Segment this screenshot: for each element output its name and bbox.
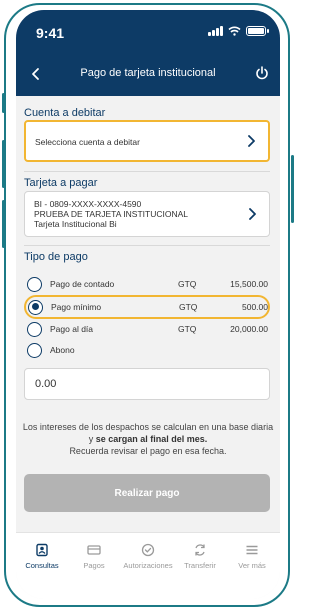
- debit-account-placeholder: Selecciona cuenta a debitar: [35, 137, 140, 147]
- option-currency: GTQ: [179, 301, 198, 312]
- check-circle-icon: [141, 543, 155, 557]
- card-to-pay-label: Tarjeta a pagar: [24, 177, 98, 189]
- payment-option-contado[interactable]: Pago de contado GTQ 15,500.00: [24, 274, 270, 296]
- tab-label: Transferir: [184, 561, 216, 570]
- card-product-name: Tarjeta Institucional Bi: [34, 219, 117, 229]
- abono-amount-input[interactable]: [24, 368, 270, 400]
- debit-account-label: Cuenta a debitar: [24, 107, 106, 119]
- user-card-icon: [36, 543, 48, 557]
- phone-volume-down-button: [2, 200, 5, 248]
- option-currency: GTQ: [178, 279, 197, 289]
- bottom-tab-bar: Consultas Pagos Autorizaciones Transferi…: [16, 532, 280, 599]
- card-to-pay-selector[interactable]: BI - 0809-XXXX-XXXX-4590 PRUEBA DE TARJE…: [24, 191, 270, 237]
- signal-icon: [208, 26, 223, 36]
- app-screen: 9:41 Pago de tarjeta institucional Cuent…: [16, 10, 280, 599]
- payment-option-minimo[interactable]: Pago mínimo GTQ 500.00: [24, 295, 270, 319]
- status-icons: [208, 26, 269, 36]
- chevron-right-icon: [248, 135, 255, 147]
- interest-info-text: Los intereses de los despachos se calcul…: [22, 421, 274, 457]
- menu-icon: [246, 545, 258, 555]
- option-label: Abono: [50, 345, 75, 355]
- radio-button[interactable]: [27, 322, 42, 337]
- option-amount: 15,500.00: [230, 279, 268, 289]
- tab-label: Consultas: [25, 561, 59, 570]
- phone-volume-up-button: [2, 140, 5, 188]
- chevron-right-icon: [249, 208, 256, 220]
- radio-button-selected[interactable]: [28, 299, 43, 315]
- status-time: 9:41: [36, 25, 65, 41]
- tab-autorizaciones[interactable]: Autorizaciones: [121, 543, 175, 570]
- payment-option-al-dia[interactable]: Pago al día GTQ 20,000.00: [24, 319, 270, 341]
- card-holder-name: PRUEBA DE TARJETA INSTITUCIONAL: [34, 209, 188, 219]
- wifi-icon: [228, 26, 241, 36]
- payment-type-label: Tipo de pago: [24, 251, 88, 263]
- option-label: Pago mínimo: [51, 301, 102, 312]
- radio-button[interactable]: [27, 277, 42, 292]
- debit-account-selector[interactable]: Selecciona cuenta a debitar: [24, 120, 270, 162]
- option-label: Pago al día: [50, 324, 94, 334]
- option-label: Pago de contado: [50, 279, 115, 289]
- tab-transferir[interactable]: Transferir: [174, 543, 226, 570]
- make-payment-button[interactable]: Realizar pago: [24, 474, 270, 512]
- battery-icon: [246, 26, 269, 36]
- transfer-icon: [195, 544, 205, 556]
- phone-side-button: [2, 93, 5, 113]
- option-amount: 500.00: [242, 301, 268, 312]
- app-header: 9:41 Pago de tarjeta institucional: [16, 10, 280, 96]
- option-amount: 20,000.00: [230, 324, 268, 334]
- phone-power-button: [291, 155, 294, 223]
- tab-ver-mas[interactable]: Ver más: [226, 543, 278, 570]
- logout-power-icon[interactable]: [254, 65, 270, 81]
- card-icon: [87, 545, 101, 555]
- info-text-part3: Recuerda revisar el pago en esa fecha.: [69, 446, 227, 456]
- divider: [24, 245, 270, 246]
- option-currency: GTQ: [178, 324, 197, 334]
- tab-label: Pagos: [83, 561, 105, 570]
- tab-consultas[interactable]: Consultas: [16, 543, 68, 570]
- tab-pagos[interactable]: Pagos: [68, 543, 120, 570]
- tab-label: Ver más: [238, 561, 266, 570]
- page-title: Pago de tarjeta institucional: [80, 67, 216, 79]
- info-text-bold: se cargan al final del mes.: [95, 434, 208, 444]
- tab-label: Autorizaciones: [123, 561, 173, 570]
- card-number: BI - 0809-XXXX-XXXX-4590: [34, 199, 142, 209]
- abono-row[interactable]: Abono: [24, 340, 270, 362]
- divider: [24, 171, 270, 172]
- radio-button[interactable]: [27, 343, 42, 358]
